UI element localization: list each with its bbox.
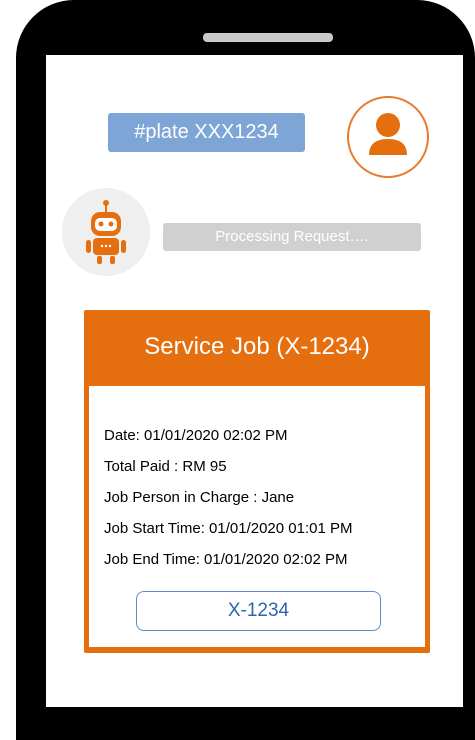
job-total-paid: Total Paid : RM 95	[104, 458, 227, 475]
robot-icon	[86, 200, 126, 264]
user-message-bubble: #plate XXX1234	[108, 113, 305, 152]
job-end-time: Job End Time: 01/01/2020 02:02 PM	[104, 551, 348, 568]
job-id-button[interactable]: X-1234	[136, 591, 381, 631]
job-start-time: Job Start Time: 01/01/2020 01:01 PM	[104, 520, 353, 537]
job-person-in-charge: Job Person in Charge : Jane	[104, 489, 295, 506]
phone-speaker	[203, 33, 333, 42]
user-icon	[369, 113, 407, 155]
service-job-title: Service Job (X-1234)	[144, 333, 370, 360]
service-job-details: Date: 01/01/2020 02:02 PM Total Paid : R…	[89, 386, 425, 647]
service-job-card: Service Job (X-1234) Date: 01/01/2020 02…	[84, 310, 430, 653]
job-date: Date: 01/01/2020 02:02 PM	[104, 427, 288, 444]
bot-avatar	[62, 188, 150, 276]
user-avatar	[347, 96, 429, 178]
chat-screen: #plate XXX1234 Processing Request…. Serv…	[46, 55, 463, 707]
bot-message-bubble: Processing Request….	[163, 223, 421, 251]
